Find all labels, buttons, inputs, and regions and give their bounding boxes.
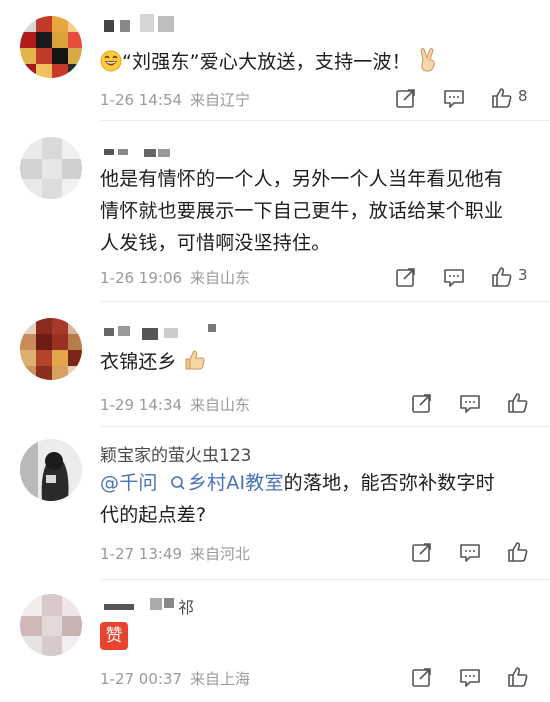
laughing-emoji-icon xyxy=(100,50,122,82)
comment-text-body: 的落地，能否弥补数字时代的起点差? xyxy=(100,472,495,526)
comment-icon[interactable] xyxy=(458,665,484,689)
comment-icon[interactable] xyxy=(442,265,468,289)
sticker-icon: 赞 xyxy=(100,622,128,650)
like-count: 8 xyxy=(518,87,528,105)
like-icon[interactable] xyxy=(506,540,532,564)
username[interactable]: 祁 xyxy=(100,594,220,617)
comment-text-body: 衣锦还乡 xyxy=(100,351,177,373)
comment-date: 1-27 00:37 xyxy=(100,670,183,688)
share-icon[interactable] xyxy=(410,391,436,415)
comment-location: 来自山东 xyxy=(190,269,251,287)
comment-icon[interactable] xyxy=(442,86,468,110)
comment-date: 1-26 19:06 xyxy=(100,269,183,287)
share-icon[interactable] xyxy=(394,86,420,110)
search-icon xyxy=(171,476,185,490)
comment-date: 1-29 14:34 xyxy=(100,396,183,414)
comment-date: 1-26 14:54 xyxy=(100,91,183,109)
sticker-label: 赞 xyxy=(105,626,123,646)
comment-text: 衣锦还乡 xyxy=(100,346,510,382)
comment-location: 来自山东 xyxy=(190,396,251,414)
avatar[interactable] xyxy=(20,16,82,78)
comment-item: 他是有情怀的一个人，另外一个人当年看见他有情怀就也要展示一下自己更牛，放话给某个… xyxy=(0,121,550,301)
avatar[interactable] xyxy=(20,594,82,656)
search-link-label: 乡村AI教室 xyxy=(187,472,284,494)
comment-location: 来自辽宁 xyxy=(190,91,251,109)
share-icon[interactable] xyxy=(410,665,436,689)
comment-text-body: “刘强东”爱心大放送，支持一波！ xyxy=(122,51,411,73)
like-icon[interactable] xyxy=(506,391,532,415)
like-icon[interactable]: 8 xyxy=(490,86,528,110)
comment-item: 颖宝家的萤火虫123 @千问 乡村AI教室的落地，能否弥补数字时代的起点差? 1… xyxy=(0,427,550,579)
comment-item: 祁 赞 1-27 00:37 来自上海 xyxy=(0,580,550,702)
avatar[interactable] xyxy=(20,318,82,380)
comment-location: 来自上海 xyxy=(190,670,251,688)
avatar[interactable] xyxy=(20,137,82,199)
mention-link[interactable]: @千问 xyxy=(100,472,158,494)
comment-icon[interactable] xyxy=(458,540,484,564)
like-icon[interactable] xyxy=(506,665,532,689)
comment-actions: 3 xyxy=(394,265,544,289)
comment-text: “刘强东”爱心大放送，支持一波！ xyxy=(100,46,510,82)
comment-item: “刘强东”爱心大放送，支持一波！ 1-26 14:54 来自辽宁 8 xyxy=(0,0,550,120)
comment-date: 1-27 13:49 xyxy=(100,545,183,563)
comment-meta: 1-26 19:06 来自山东 xyxy=(100,267,250,288)
username-suffix: 祁 xyxy=(178,598,195,617)
search-link[interactable]: 乡村AI教室 xyxy=(170,472,284,494)
comment-meta: 1-27 13:49 来自河北 xyxy=(100,543,250,564)
username[interactable]: 颖宝家的萤火虫123 xyxy=(100,441,251,466)
like-icon[interactable]: 3 xyxy=(490,265,528,289)
comment-meta: 1-26 14:54 来自辽宁 xyxy=(100,89,250,110)
share-icon[interactable] xyxy=(410,540,436,564)
avatar[interactable] xyxy=(20,439,82,501)
share-icon[interactable] xyxy=(394,265,420,289)
comment-meta: 1-29 14:34 来自山东 xyxy=(100,394,250,415)
comment-actions: 8 xyxy=(394,86,544,110)
comment-actions xyxy=(410,391,540,415)
thumbs-up-emoji-icon xyxy=(183,348,207,382)
comment-actions xyxy=(410,665,540,689)
comment-text: @千问 乡村AI教室的落地，能否弥补数字时代的起点差? xyxy=(100,467,510,531)
comment-item: 衣锦还乡 1-29 14:34 来自山东 xyxy=(0,302,550,426)
comment-actions xyxy=(410,540,540,564)
comment-text: 他是有情怀的一个人，另外一个人当年看见他有情怀就也要展示一下自己更牛，放话给某个… xyxy=(100,168,504,254)
comment-icon[interactable] xyxy=(458,391,484,415)
like-count: 3 xyxy=(518,266,528,284)
comment-meta: 1-27 00:37 来自上海 xyxy=(100,668,250,689)
comment-location: 来自河北 xyxy=(190,545,251,563)
victory-hand-emoji-icon xyxy=(417,48,439,82)
